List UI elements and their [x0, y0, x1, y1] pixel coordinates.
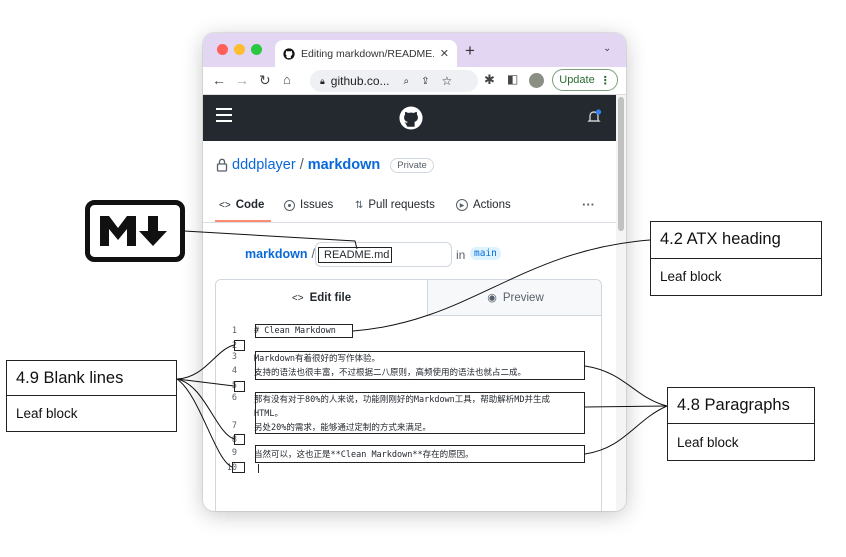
annotation-subtitle: Leaf block [16, 406, 78, 421]
annotation-title: 4.2 ATX heading [651, 222, 821, 259]
annotation-title: 4.8 Paragraphs [668, 388, 814, 424]
paragraphs-annotation: 4.8 Paragraphs Leaf block [667, 387, 815, 461]
annotation-title: 4.9 Blank lines [7, 361, 176, 396]
annotation-subtitle: Leaf block [677, 434, 739, 450]
annotation-subtitle: Leaf block [660, 269, 722, 285]
atx-heading-annotation: 4.2 ATX heading Leaf block [650, 221, 822, 296]
blank-lines-annotation: 4.9 Blank lines Leaf block [6, 360, 177, 432]
